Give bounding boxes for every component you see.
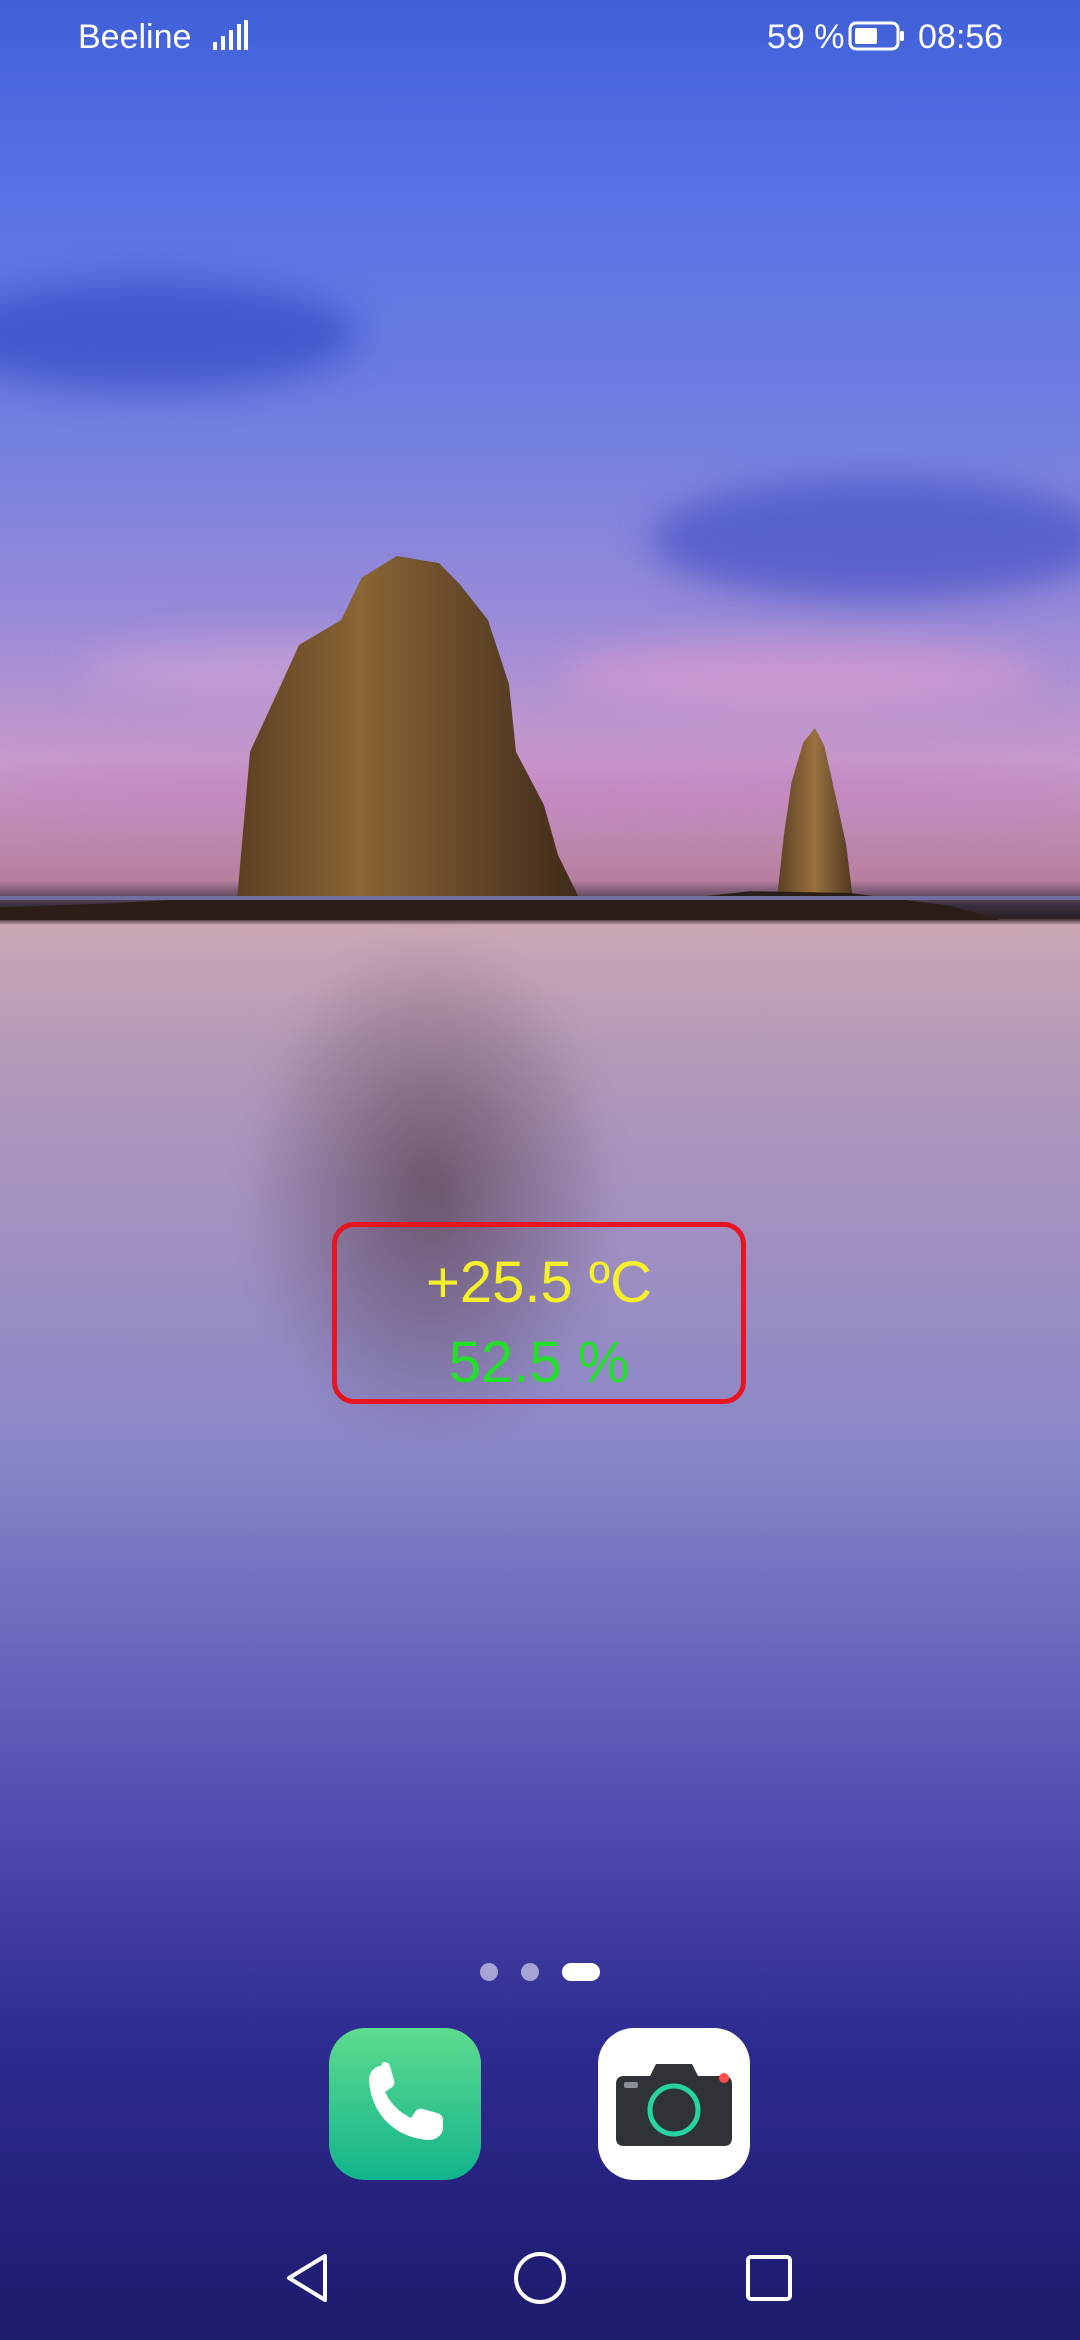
page-indicator[interactable]: [0, 1963, 1080, 1983]
signal-icon: [213, 20, 248, 50]
clock: 08:56: [918, 18, 1004, 56]
page-dot-2[interactable]: [521, 1963, 539, 1981]
phone-app-icon[interactable]: [329, 2028, 481, 2180]
sensor-widget[interactable]: +25.5 ºC 52.5 %: [332, 1222, 746, 1404]
phone-icon: [369, 2062, 443, 2140]
temperature-reading: +25.5 ºC: [426, 1250, 652, 1315]
page-dot-1[interactable]: [480, 1963, 498, 1981]
camera-icon: [616, 2064, 732, 2146]
humidity-reading: 52.5 %: [448, 1330, 630, 1395]
recents-button[interactable]: [739, 2248, 799, 2308]
back-button[interactable]: [279, 2248, 339, 2308]
home-screen: Beeline 59 % 08:56 +25.5 ºC 52.5 %: [0, 0, 1080, 2340]
home-button[interactable]: [510, 2248, 570, 2308]
page-dot-3-active[interactable]: [562, 1963, 600, 1981]
battery-icon: [848, 21, 904, 51]
battery-percentage: 59 %: [767, 18, 845, 56]
status-bar: Beeline 59 % 08:56: [0, 0, 1080, 76]
camera-app-icon[interactable]: [598, 2028, 750, 2180]
carrier-name: Beeline: [78, 18, 192, 56]
